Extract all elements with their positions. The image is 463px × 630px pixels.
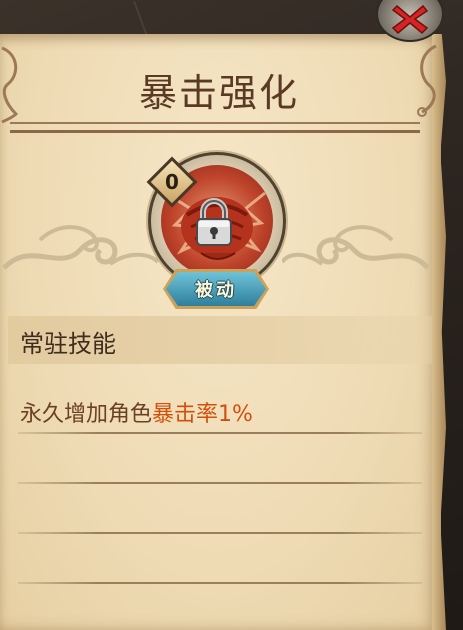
description-text: 永久增加角色 xyxy=(20,402,153,427)
left-swirl-ornament xyxy=(2,225,160,270)
close-x-icon xyxy=(391,4,429,35)
description-highlight: 暴击率1% xyxy=(152,402,253,427)
padlock-icon xyxy=(196,198,232,246)
right-swirl-ornament xyxy=(282,225,430,270)
title-divider-thick xyxy=(10,130,420,133)
ruled-line xyxy=(18,532,422,534)
skill-level: 0 xyxy=(165,170,179,194)
passive-skill-tag: 被动 xyxy=(163,269,269,309)
title-divider xyxy=(10,122,420,124)
skill-type-label: 常驻技能 xyxy=(20,330,116,358)
ruled-line xyxy=(18,432,422,434)
skill-description: 永久增加角色暴击率1% xyxy=(20,396,253,428)
ruled-line xyxy=(18,482,422,484)
page-title: 暴击强化 xyxy=(138,71,299,115)
passive-tag-label: 被动 xyxy=(195,280,237,301)
ruled-line xyxy=(18,582,422,584)
